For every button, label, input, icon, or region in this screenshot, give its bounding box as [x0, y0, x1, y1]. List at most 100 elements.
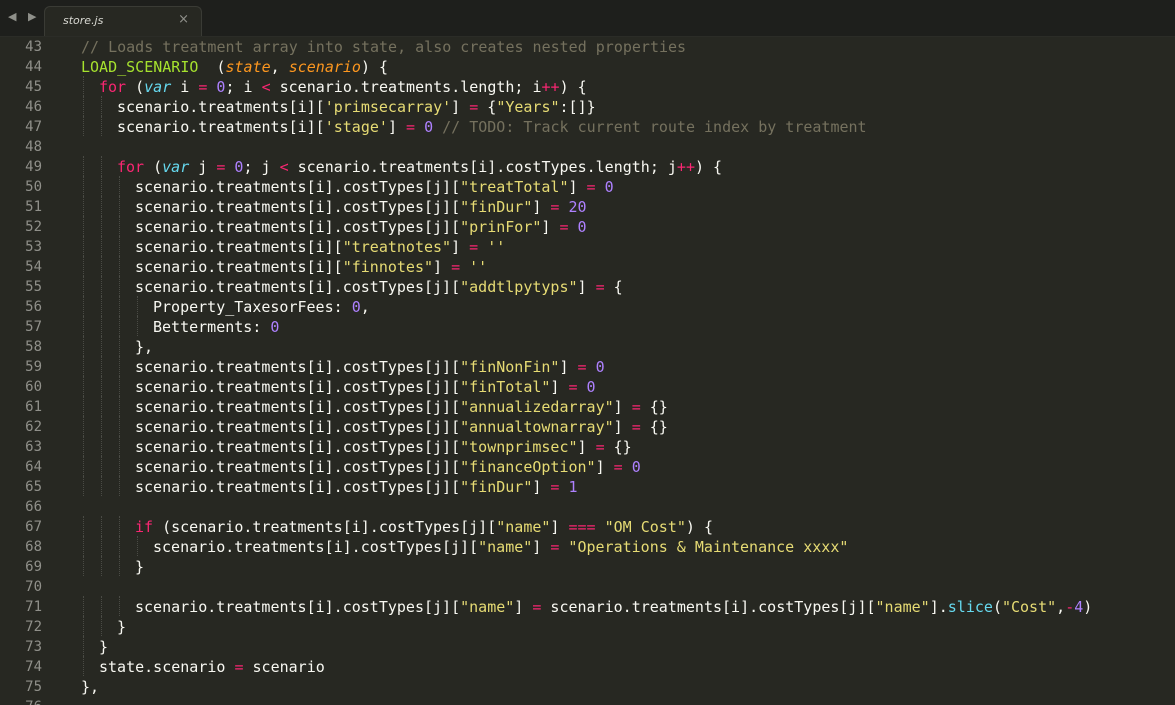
- code-line[interactable]: 52 scenario.treatments[i].costTypes[j]["p…: [0, 216, 1175, 236]
- code-token: "OM Cost": [604, 518, 686, 536]
- indent-guide: [101, 376, 102, 396]
- code-token: "name": [496, 518, 551, 536]
- code-line[interactable]: 72}: [0, 616, 1175, 636]
- code-line[interactable]: 63 scenario.treatments[i].costTypes[j]["t…: [0, 436, 1175, 456]
- code-line[interactable]: 58},: [0, 336, 1175, 356]
- tab-nav-arrows-icon[interactable]: ◀ ▶: [8, 10, 40, 23]
- code-editor[interactable]: 43 // Loads treatment array into state, a…: [0, 36, 1175, 705]
- code-text: }: [135, 557, 144, 577]
- code-token: scenario.treatments[i].costTypes[j][: [135, 218, 461, 236]
- code-token: ]: [451, 238, 470, 256]
- code-token: "name": [478, 538, 533, 556]
- line-number: 50: [25, 179, 42, 195]
- code-text: },: [135, 337, 153, 357]
- code-line[interactable]: 59 scenario.treatments[i].costTypes[j]["f…: [0, 356, 1175, 376]
- code-line[interactable]: 51 scenario.treatments[i].costTypes[j]["f…: [0, 196, 1175, 216]
- code-line[interactable]: 76: [0, 696, 1175, 705]
- line-number: 44: [25, 59, 42, 75]
- code-line[interactable]: 49 for (var j = 0; j < scenario.treatment…: [0, 156, 1175, 176]
- code-line[interactable]: 67 if (scenario.treatments[i].costTypes[j…: [0, 516, 1175, 536]
- indent-guide: [101, 176, 102, 196]
- code-line[interactable]: 55 scenario.treatments[i].costTypes[j]["a…: [0, 276, 1175, 296]
- indent-guide: [119, 176, 120, 196]
- indent-guide: [119, 376, 120, 396]
- code-token: ]: [541, 218, 560, 236]
- code-line[interactable]: 68 scenario.treatments[i].costTypes[j]["n…: [0, 536, 1175, 556]
- code-token: "finnotes": [342, 258, 434, 276]
- code-token: ,: [270, 58, 289, 76]
- code-token: "annualizedarray": [460, 398, 614, 416]
- code-token: 0: [631, 458, 641, 476]
- code-token: "finTotal": [460, 378, 551, 396]
- indent-guide: [119, 596, 120, 616]
- code-line[interactable]: 74 state.scenario = scenario: [0, 656, 1175, 676]
- line-number: 58: [25, 339, 42, 355]
- close-icon[interactable]: ×: [178, 12, 189, 27]
- code-token: 1: [568, 478, 578, 496]
- code-text: scenario.treatments[i].costTypes[j]["tre…: [135, 177, 614, 197]
- code-line[interactable]: 75},: [0, 676, 1175, 696]
- code-token: },: [135, 338, 154, 356]
- code-line[interactable]: 45 for (var i = 0; i < scenario.treatment…: [0, 76, 1175, 96]
- code-line[interactable]: 53 scenario.treatments[i]["treatnotes"] =…: [0, 236, 1175, 256]
- code-line[interactable]: 47 scenario.treatments[i]['stage'] = 0 //…: [0, 116, 1175, 136]
- code-token: "prinFor": [460, 218, 542, 236]
- line-number: 55: [25, 279, 42, 295]
- code-token: 'primsecarray': [324, 98, 452, 116]
- code-line[interactable]: 43 // Loads treatment array into state, a…: [0, 36, 1175, 56]
- code-token: =: [595, 438, 605, 456]
- code-token: scenario.treatments[i].costTypes[j][: [135, 458, 461, 476]
- code-text: scenario.treatments[i]["finnotes"] = '': [135, 257, 487, 277]
- code-line[interactable]: 57 Betterments: 0: [0, 316, 1175, 336]
- indent-guide: [101, 556, 102, 576]
- code-token: scenario.treatments[i].costTypes[j][: [135, 358, 461, 376]
- code-token: ; j: [243, 158, 280, 176]
- code-token: ++: [676, 158, 695, 176]
- code-line[interactable]: 71 scenario.treatments[i].costTypes[j]["n…: [0, 596, 1175, 616]
- code-text: // Loads treatment array into state, als…: [81, 37, 686, 57]
- code-token: ]: [577, 438, 596, 456]
- indent-guide: [137, 536, 138, 556]
- code-line[interactable]: 61 scenario.treatments[i].costTypes[j]["a…: [0, 396, 1175, 416]
- tab-store-js[interactable]: store.js ×: [44, 6, 202, 36]
- code-line[interactable]: 44 LOAD_SCENARIO (state, scenario) {: [0, 56, 1175, 76]
- code-line[interactable]: 70: [0, 576, 1175, 596]
- code-token: "name": [875, 598, 930, 616]
- code-text: state.scenario = scenario: [99, 657, 325, 677]
- code-token: ) {: [360, 58, 389, 76]
- indent-guide: [119, 476, 120, 496]
- code-line[interactable]: 56 Property_TaxesorFees: 0,: [0, 296, 1175, 316]
- indent-guide: [83, 256, 84, 276]
- code-text: scenario.treatments[i].costTypes[j]["tow…: [135, 437, 632, 457]
- code-line[interactable]: 65 scenario.treatments[i].costTypes[j]["f…: [0, 476, 1175, 496]
- code-line[interactable]: 48: [0, 136, 1175, 156]
- code-line[interactable]: 73}: [0, 636, 1175, 656]
- indent-guide: [83, 476, 84, 496]
- code-token: 0: [586, 378, 596, 396]
- code-line[interactable]: 69}: [0, 556, 1175, 576]
- code-line[interactable]: 60 scenario.treatments[i].costTypes[j]["f…: [0, 376, 1175, 396]
- code-token: ]: [514, 598, 533, 616]
- indent-guide: [83, 236, 84, 256]
- code-line[interactable]: 46 scenario.treatments[i]['primsecarray']…: [0, 96, 1175, 116]
- code-token: state: [225, 58, 271, 76]
- indent-guide: [119, 196, 120, 216]
- code-token: <: [279, 158, 289, 176]
- code-token: '': [469, 258, 488, 276]
- line-number: 72: [25, 619, 42, 635]
- code-token: "financeOption": [460, 458, 596, 476]
- code-line[interactable]: 64 scenario.treatments[i].costTypes[j]["f…: [0, 456, 1175, 476]
- code-text: scenario.treatments[i].costTypes[j]["pri…: [135, 217, 587, 237]
- code-token: ]: [595, 458, 614, 476]
- code-line[interactable]: 50 scenario.treatments[i].costTypes[j]["t…: [0, 176, 1175, 196]
- code-line[interactable]: 62 scenario.treatments[i].costTypes[j]["a…: [0, 416, 1175, 436]
- code-line[interactable]: 54 scenario.treatments[i]["finnotes"] = '…: [0, 256, 1175, 276]
- line-number: 52: [25, 219, 42, 235]
- code-line[interactable]: 66: [0, 496, 1175, 516]
- code-token: LOAD_SCENARIO: [81, 58, 199, 76]
- code-token: }: [117, 618, 127, 636]
